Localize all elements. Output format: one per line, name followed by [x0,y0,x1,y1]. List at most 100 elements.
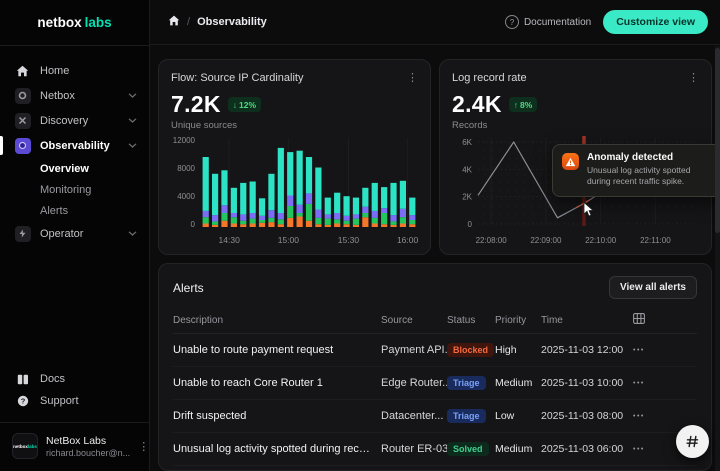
sidebar-nav: Home Netbox Discovery ObservabilityOverview… [0,46,149,368]
sidebar-item-discovery[interactable]: Discovery [0,108,149,133]
alert-status-cell: Triage [447,376,495,390]
sidebar-item-observability[interactable]: Observability [0,133,149,158]
alert-description: Unable to route payment request [173,344,381,356]
alert-status-cell: Triage [447,409,495,423]
alerts-title: Alerts [173,281,204,295]
alert-row[interactable]: Unusual log activity spotted during rece… [173,433,697,466]
alert-status-cell: Blocked [447,343,495,357]
view-all-alerts-button[interactable]: View all alerts [609,276,697,299]
column-header-time: Time [541,315,633,326]
sidebar-item-operator[interactable]: Operator [0,221,149,246]
log-card-value: 2.4K [452,91,502,118]
app-root: netbox labs Home Netbox Discovery Observabi… [0,0,720,471]
svg-text:4K: 4K [462,165,472,174]
sidebar-item-label: Discovery [40,115,88,127]
alerts-card: Alerts View all alerts DescriptionSource… [158,263,712,471]
alert-description: Drift suspected [173,410,381,422]
status-badge: Solved [447,442,489,456]
column-header-description: Description [173,315,381,326]
svg-text:6K: 6K [462,138,472,147]
avatar-logo-primary: netbox [13,444,28,449]
avatar-logo-secondary: labs [28,444,37,449]
alert-row[interactable]: ams03-core-2bAssurance...Solved2025-1...… [173,466,697,471]
svg-text:22:11:00: 22:11:00 [640,236,671,245]
log-card-kebab-icon[interactable]: ⋮ [688,71,699,84]
breadcrumb-current[interactable]: Observability [197,16,267,28]
alert-description: Unusual log activity spotted during rece… [173,443,381,455]
kpi-cards-row: Flow: Source IP Cardinality ⋮ 7.2K ↓ 12%… [150,45,720,255]
topbar: / Observability ? Documentation Customiz… [150,0,720,45]
flow-bar-chart: 14:3015:0015:3016:0004000800012000 [171,134,420,252]
sidebar-subitem-monitoring[interactable]: Monitoring [0,179,149,200]
sidebar-subitem-overview[interactable]: Overview [0,158,149,179]
alert-source: Datacenter... [381,410,447,422]
sidebar-footer-docs[interactable]: Docs [0,368,149,390]
alert-priority: High [495,344,541,356]
column-header-source: Source [381,315,447,326]
scrollbar-thumb[interactable] [715,48,720,233]
operator-icon [14,225,31,242]
sidebar-subitem-alerts[interactable]: Alerts [0,200,149,221]
alert-priority: Low [495,410,541,422]
svg-text:8000: 8000 [177,164,195,173]
sidebar-item-home[interactable]: Home [0,58,149,83]
anomaly-tooltip: Anomaly detected Unusual log activity sp… [552,144,720,197]
log-delta-badge: ↑ 8% [509,97,538,112]
warning-triangle-icon [562,153,579,170]
user-name: NetBox Labs [46,435,130,447]
hash-icon [685,434,700,449]
sidebar-item-label: Operator [40,228,83,240]
column-header-priority: Priority [495,315,541,326]
sidebar-footer-support[interactable]: ?Support [0,390,149,412]
main-area: / Observability ? Documentation Customiz… [150,0,720,471]
flow-delta-value: 12% [239,100,256,110]
flow-delta-badge: ↓ 12% [228,97,261,112]
question-circle-icon: ? [505,15,519,29]
flow-card-title: Flow: Source IP Cardinality [171,72,303,84]
anomaly-tooltip-title: Anomaly detected [587,152,714,163]
floating-action-button[interactable] [676,425,709,458]
logo-secondary: labs [85,15,112,30]
table-columns-icon[interactable] [633,313,697,327]
svg-text:4000: 4000 [177,192,195,201]
docs-icon [14,371,31,388]
documentation-link[interactable]: ? Documentation [505,15,591,29]
alert-time: 2025-11-03 08:00 [541,410,633,422]
breadcrumb-separator: / [187,16,190,28]
row-menu-icon[interactable]: ••• [633,413,697,420]
breadcrumb: / Observability [168,15,267,29]
chevron-down-icon [128,118,137,123]
alert-source: Edge Router... [381,377,447,389]
home-icon[interactable] [168,15,180,29]
alerts-table-body: Unable to route payment requestPayment A… [173,334,697,471]
row-menu-icon[interactable]: ••• [633,380,697,387]
customize-view-button[interactable]: Customize view [603,10,708,34]
sidebar-item-netbox[interactable]: Netbox [0,83,149,108]
sidebar-item-label: Netbox [40,90,75,102]
user-menu-kebab-icon[interactable]: ⋮ [138,440,149,453]
status-badge: Triage [447,409,486,423]
mouse-cursor [583,202,595,218]
svg-text:22:10:00: 22:10:00 [585,236,617,245]
alert-priority: Medium [495,377,541,389]
log-card: Log record rate ⋮ 2.4K ↑ 8% Records 02K4… [439,59,712,255]
sidebar-footer: Docs ?Support [0,368,149,414]
user-card[interactable]: netbox labs NetBox Labs richard.boucher@… [0,422,149,471]
trend-up-icon: ↑ [514,100,518,110]
netbox-labs-logo[interactable]: netbox labs [0,0,149,46]
alert-row[interactable]: Unable to route payment requestPayment A… [173,334,697,367]
alert-time: 2025-11-03 06:00 [541,443,633,455]
column-header-status: Status [447,315,495,326]
scrollbar-track[interactable] [715,46,720,471]
alert-row[interactable]: Drift suspectedDatacenter...Triage Low202… [173,400,697,433]
flow-card-kebab-icon[interactable]: ⋮ [407,71,418,84]
sidebar-footer-label: Docs [40,373,65,385]
user-info: NetBox Labs richard.boucher@n... [46,435,130,458]
alert-priority: Medium [495,443,541,455]
avatar: netbox labs [12,433,38,459]
alert-row[interactable]: Unable to reach Core Router 1Edge Router… [173,367,697,400]
row-menu-icon[interactable]: ••• [633,347,697,354]
alert-time: 2025-11-03 12:00 [541,344,633,356]
svg-text:2K: 2K [462,193,472,202]
alert-status-cell: Solved [447,442,495,456]
